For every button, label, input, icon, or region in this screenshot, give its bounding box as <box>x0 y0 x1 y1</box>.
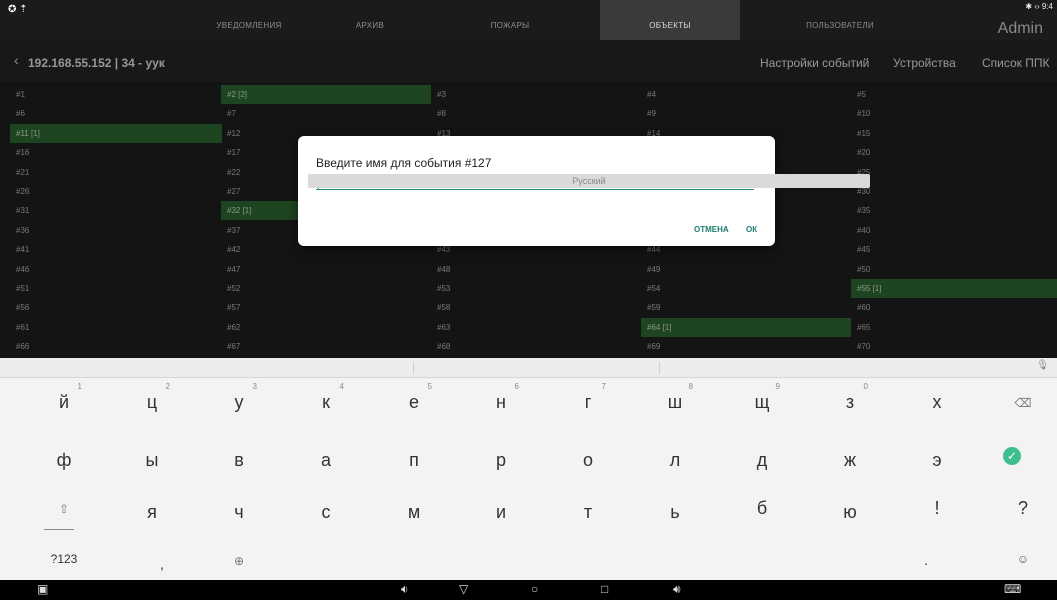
shift-underline <box>44 529 74 530</box>
key-letter[interactable]: ю <box>830 502 870 523</box>
suggestion-strip: 🎙︎ <box>0 358 1057 378</box>
key-exclamation[interactable]: ! <box>917 498 957 519</box>
home-circle-icon[interactable]: ○ <box>531 582 538 596</box>
key-hint: 7 <box>601 382 606 391</box>
key-letter[interactable]: я <box>132 502 172 523</box>
key-label: й <box>58 392 70 412</box>
key-hint: 0 <box>863 382 868 391</box>
key-letter[interactable]: и <box>481 502 521 523</box>
tab-archive[interactable]: АРХИВ <box>320 0 420 40</box>
tab-objects[interactable]: ОБЪЕКТЫ <box>600 0 740 40</box>
emoji-icon[interactable]: ☺ <box>1003 552 1043 566</box>
key-label: к <box>322 392 330 412</box>
key-letter[interactable]: 5е <box>394 382 434 413</box>
back-triangle-icon[interactable]: ▽ <box>459 582 468 596</box>
key-hint: 6 <box>514 382 519 391</box>
top-tab-bar: ✪ ⇡ УВЕДОМЛЕНИЯ АРХИВ ПОЖАРЫ ОБЪЕКТЫ ПОЛ… <box>0 0 1057 40</box>
tab-fires[interactable]: ПОЖАРЫ <box>420 0 600 40</box>
key-hint: 5 <box>427 382 432 391</box>
shift-icon[interactable]: ⇧ <box>44 502 84 516</box>
key-letter[interactable]: 6н <box>481 382 521 413</box>
tab-users[interactable]: ПОЛЬЗОВАТЕЛИ <box>740 0 940 40</box>
key-letter[interactable]: 2ц <box>132 382 172 413</box>
period-key[interactable]: . <box>906 552 946 568</box>
key-letter[interactable]: 3у <box>219 382 259 413</box>
key-letter[interactable]: р <box>481 450 521 471</box>
key-letter[interactable]: 0з <box>830 382 870 413</box>
keyboard-icon[interactable]: ⌨ <box>1004 582 1021 596</box>
event-name-dialog: Введите имя для события #127 ОТМЕНА ОК <box>298 136 775 246</box>
suggestion-divider <box>659 362 660 374</box>
volume-up-icon[interactable]: 🔊︎ <box>673 582 681 597</box>
key-label: х <box>932 392 942 412</box>
key-label: н <box>496 392 506 412</box>
suggestion-divider <box>413 362 414 374</box>
tab-notifications[interactable]: УВЕДОМЛЕНИЯ <box>178 0 320 40</box>
screenshot-icon[interactable]: ▣ <box>37 582 48 596</box>
key-label: е <box>408 392 419 412</box>
key-hint: 2 <box>165 382 170 391</box>
key-hint: 1 <box>77 382 82 391</box>
checkmark-icon[interactable]: ✓ <box>1003 447 1021 465</box>
key-letter[interactable]: х <box>917 392 957 413</box>
key-letter[interactable]: ч <box>219 502 259 523</box>
key-letter[interactable]: 1й <box>44 382 84 413</box>
key-letter[interactable]: м <box>394 502 434 523</box>
key-letter[interactable]: ж <box>830 450 870 471</box>
recents-square-icon[interactable]: □ <box>601 582 608 596</box>
key-letter[interactable]: п <box>394 450 434 471</box>
key-label: ц <box>146 392 158 412</box>
comma-key[interactable]: , <box>142 556 182 572</box>
cancel-button[interactable]: ОТМЕНА <box>694 225 729 234</box>
key-hint: 3 <box>252 382 257 391</box>
key-letter[interactable]: ь <box>655 502 695 523</box>
backspace-icon[interactable]: ⌫ <box>1003 396 1043 410</box>
key-hint: 4 <box>339 382 344 391</box>
space-bar[interactable]: Русский <box>308 174 870 188</box>
key-letter[interactable]: б <box>742 498 782 519</box>
key-letter[interactable]: 9щ <box>742 382 782 413</box>
key-letter[interactable]: в <box>219 450 259 471</box>
key-letter[interactable]: 7г <box>568 382 608 413</box>
dialog-title: Введите имя для события #127 <box>316 156 492 170</box>
key-letter[interactable]: 8ш <box>655 382 695 413</box>
symbols-key[interactable]: ?123 <box>44 552 84 566</box>
system-nav-bar: ▣ 🔉︎ ▽ ○ □ 🔊︎ ⌨ <box>0 580 1057 600</box>
key-letter[interactable]: ф <box>44 450 84 471</box>
status-icons-right: ✱ ‹› 9:4 <box>1025 2 1053 11</box>
status-icons-left: ✪ ⇡ <box>8 4 28 15</box>
key-label: г <box>584 392 592 412</box>
key-letter[interactable]: с <box>306 502 346 523</box>
key-letter[interactable]: т <box>568 502 608 523</box>
ok-button[interactable]: ОК <box>746 225 757 234</box>
key-question[interactable]: ? <box>1003 498 1043 519</box>
key-letter[interactable]: о <box>568 450 608 471</box>
volume-down-icon[interactable]: 🔉︎ <box>401 582 409 597</box>
key-letter[interactable]: а <box>306 450 346 471</box>
key-label: щ <box>754 392 770 412</box>
key-letter[interactable]: д <box>742 450 782 471</box>
key-letter[interactable]: э <box>917 450 957 471</box>
key-hint: 8 <box>688 382 693 391</box>
key-label: з <box>845 392 855 412</box>
globe-icon[interactable]: ⊕ <box>219 554 259 568</box>
mic-icon[interactable]: 🎙︎ <box>1036 360 1049 371</box>
key-letter[interactable]: ы <box>132 450 172 471</box>
key-letter[interactable]: 4к <box>306 382 346 413</box>
user-label: Admin <box>997 20 1043 37</box>
key-hint: 9 <box>775 382 780 391</box>
key-label: у <box>234 392 244 412</box>
key-letter[interactable]: л <box>655 450 695 471</box>
key-label: ш <box>667 392 683 412</box>
